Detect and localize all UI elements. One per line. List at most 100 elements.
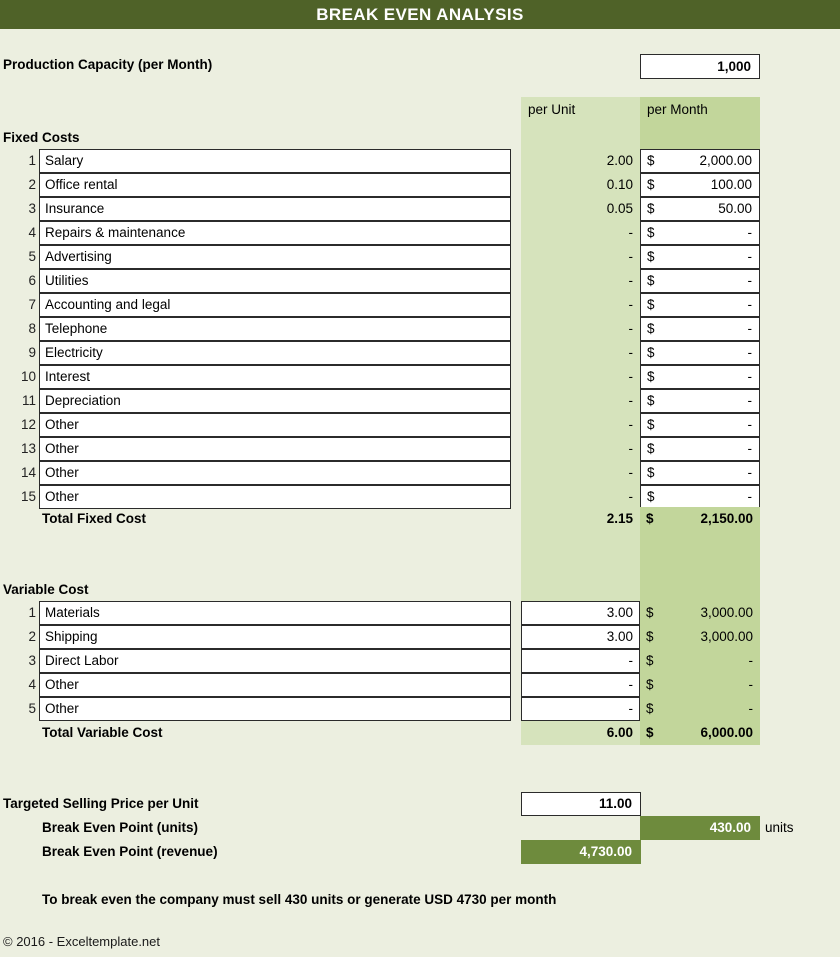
currency-symbol: $ [646, 629, 654, 644]
targeted-selling-price-input[interactable]: 11.00 [521, 792, 641, 816]
currency-symbol: $ [646, 677, 654, 692]
fixed_costs-row-number: 7 [28, 297, 36, 312]
table-row: 2 Shipping 3.00 $3,000.00 [0, 625, 840, 649]
table-row: 13 Other - $ - [0, 437, 840, 461]
fixed_costs-row-number: 5 [28, 249, 36, 264]
fixed_costs-row-number: 13 [20, 441, 36, 456]
fixed_costs-row-per-unit: - [521, 389, 640, 413]
currency-symbol: $ [647, 417, 655, 432]
variable_costs-row-per-unit-input[interactable]: 3.00 [521, 601, 640, 625]
table-row: 10 Interest - $ - [0, 365, 840, 389]
variable_costs-row-per-month: $ - [640, 673, 760, 697]
variable_costs-row-per-unit-input[interactable]: - [521, 673, 640, 697]
variable_costs-row-number: 3 [28, 653, 36, 668]
variable_costs-row-per-month: $3,000.00 [640, 601, 760, 625]
fixed_costs-row-name-input[interactable]: Insurance [39, 197, 511, 221]
fixed_costs-row-per-month-value: - [747, 321, 753, 336]
fixed_costs-row-per-month-input[interactable]: $ - [640, 293, 760, 317]
fixed_costs-row-name-input[interactable]: Electricity [39, 341, 511, 365]
fixed_costs-row-name-input[interactable]: Accounting and legal [39, 293, 511, 317]
fixed_costs-row-name-input[interactable]: Telephone [39, 317, 511, 341]
currency-symbol: $ [647, 153, 655, 168]
fixed_costs-row-name-input[interactable]: Repairs & maintenance [39, 221, 511, 245]
variable_costs-row-name-input[interactable]: Shipping [39, 625, 511, 649]
fixed_costs-row-per-month-value: - [747, 489, 753, 504]
fixed_costs-row-per-month-input[interactable]: $ - [640, 341, 760, 365]
variable_costs-row-name-input[interactable]: Other [39, 673, 511, 697]
fixed_costs-row-per-month-input[interactable]: $ - [640, 389, 760, 413]
fixed_costs-row-name-input[interactable]: Other [39, 413, 511, 437]
fixed_costs-row-per-month-input[interactable]: $ - [640, 437, 760, 461]
variable_costs-row-per-unit-input[interactable]: 3.00 [521, 625, 640, 649]
fixed_costs-row-name-input[interactable]: Depreciation [39, 389, 511, 413]
variable_costs-row-per-month: $ - [640, 697, 760, 721]
variable_costs-row-per-unit-input[interactable]: - [521, 649, 640, 673]
currency-symbol: $ [647, 177, 655, 192]
column-header-per-unit: per Unit [521, 97, 640, 145]
fixed_costs-row-name-input[interactable]: Utilities [39, 269, 511, 293]
currency-symbol: $ [647, 345, 655, 360]
table-row: 12 Other - $ - [0, 413, 840, 437]
fixed_costs-row-number: 8 [28, 321, 36, 336]
fixed_costs-row-per-month-input[interactable]: $2,000.00 [640, 149, 760, 173]
table-row: 6 Utilities - $ - [0, 269, 840, 293]
table-row: 9 Electricity - $ - [0, 341, 840, 365]
fixed_costs-row-per-month-input[interactable]: $ - [640, 365, 760, 389]
fixed_costs-row-per-month-input[interactable]: $ - [640, 317, 760, 341]
currency-symbol: $ [647, 297, 655, 312]
fixed_costs-row-per-month-input[interactable]: $ - [640, 245, 760, 269]
fixed_costs-row-name-input[interactable]: Interest [39, 365, 511, 389]
fixed_costs-row-per-unit: - [521, 461, 640, 485]
fixed_costs-row-name-input[interactable]: Other [39, 485, 511, 509]
variable_costs-row-name-input[interactable]: Direct Labor [39, 649, 511, 673]
total-variable-cost-label: Total Variable Cost [42, 725, 163, 740]
variable_costs-row-per-month: $3,000.00 [640, 625, 760, 649]
fixed_costs-row-per-month-value: - [747, 441, 753, 456]
fixed_costs-row-per-unit: - [521, 221, 640, 245]
fixed_costs-row-per-unit: - [521, 413, 640, 437]
table-row: 11 Depreciation - $ - [0, 389, 840, 413]
fixed_costs-row-per-month-input[interactable]: $ - [640, 461, 760, 485]
total-variable-cost-row: Total Variable Cost 6.00 $ 6,000.00 [0, 721, 840, 745]
variable_costs-row-name-input[interactable]: Other [39, 697, 511, 721]
fixed_costs-row-per-unit: - [521, 317, 640, 341]
fixed_costs-row-per-month-input[interactable]: $100.00 [640, 173, 760, 197]
production-capacity-input[interactable]: 1,000 [640, 54, 760, 79]
fixed_costs-row-per-month-input[interactable]: $ - [640, 269, 760, 293]
break-even-units-value: 430.00 [640, 816, 760, 840]
fixed_costs-row-per-unit: 0.10 [521, 173, 640, 197]
fixed_costs-row-per-month-value: - [747, 393, 753, 408]
fixed_costs-row-per-unit: - [521, 293, 640, 317]
fixed_costs-row-name-input[interactable]: Salary [39, 149, 511, 173]
total-fixed-cost-label: Total Fixed Cost [42, 511, 147, 526]
fixed_costs-row-name-input[interactable]: Other [39, 461, 511, 485]
fixed_costs-row-per-month-input[interactable]: $ - [640, 221, 760, 245]
fixed_costs-row-per-month-value: - [747, 225, 753, 240]
fixed_costs-row-per-month-input[interactable]: $ - [640, 485, 760, 509]
production-capacity-label: Production Capacity (per Month) [3, 57, 213, 72]
break-even-units-label: Break Even Point (units) [42, 820, 199, 835]
fixed_costs-row-number: 6 [28, 273, 36, 288]
fixed_costs-row-per-unit: 0.05 [521, 197, 640, 221]
fixed_costs-row-number: 9 [28, 345, 36, 360]
fixed_costs-row-number: 1 [28, 153, 36, 168]
variable_costs-row-name-input[interactable]: Materials [39, 601, 511, 625]
total-variable-cost-per-month: $ 6,000.00 [640, 721, 760, 745]
fixed_costs-row-per-month-input[interactable]: $ - [640, 413, 760, 437]
currency-symbol: $ [647, 489, 655, 504]
fixed_costs-row-number: 3 [28, 201, 36, 216]
fixed_costs-row-per-unit: - [521, 365, 640, 389]
page-title: BREAK EVEN ANALYSIS [316, 4, 524, 24]
variable_costs-row-per-month-value: - [748, 653, 754, 668]
fixed_costs-row-name-input[interactable]: Other [39, 437, 511, 461]
variable_costs-row-per-unit-input[interactable]: - [521, 697, 640, 721]
variable_costs-row-number: 2 [28, 629, 36, 644]
table-row: 2 Office rental 0.10 $100.00 [0, 173, 840, 197]
fixed_costs-row-name-input[interactable]: Office rental [39, 173, 511, 197]
variable_costs-row-per-month-value: - [748, 677, 754, 692]
variable_costs-row-per-month: $ - [640, 649, 760, 673]
column-header-per-unit-label: per Unit [528, 102, 576, 117]
fixed_costs-row-per-month-value: - [747, 465, 753, 480]
fixed_costs-row-name-input[interactable]: Advertising [39, 245, 511, 269]
fixed_costs-row-per-month-input[interactable]: $50.00 [640, 197, 760, 221]
